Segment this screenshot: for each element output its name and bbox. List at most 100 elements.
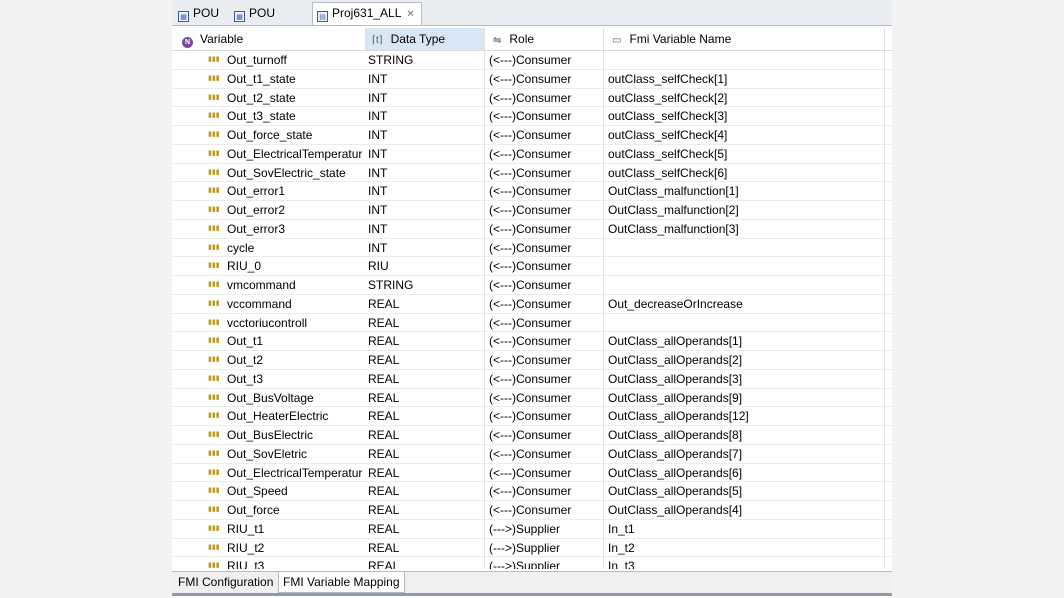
variable-icon: ▮▮▮ <box>208 206 220 213</box>
variable-icon: ▮▮▮ <box>208 187 220 195</box>
cell-fmi-variable-name[interactable]: OutClass_allOperands[8] <box>608 426 878 444</box>
cell-fmi-variable-name[interactable]: OutClass_allOperands[12] <box>608 407 878 425</box>
cell-role: (<---)Consumer <box>489 259 572 274</box>
table-row[interactable]: ▮▮▮ RIU_0 RIU (<---)Consumer <box>172 257 892 276</box>
cell-fmi-variable-name[interactable]: OutClass_allOperands[5] <box>608 482 878 500</box>
table-row[interactable]: ▮▮▮ Out_ElectricalTemperatur INT (<---)Cons… <box>172 145 892 164</box>
cell-data-type: STRING <box>368 278 414 292</box>
cell-fmi-variable-name[interactable]: outClass_selfCheck[1] <box>608 70 878 88</box>
horizontal-scrollbar[interactable] <box>172 593 892 596</box>
cell-fmi-variable-name[interactable]: OutClass_allOperands[3] <box>608 370 878 388</box>
cell-fmi-variable-name[interactable] <box>608 314 878 332</box>
header-label: Variable <box>200 32 244 46</box>
cell-role: (<---)Consumer <box>489 503 572 517</box>
cell-fmi-variable-name[interactable]: OutClass_allOperands[1] <box>608 332 878 350</box>
cell-fmi-variable-name[interactable]: OutClass_allOperands[6] <box>608 464 878 482</box>
cell-fmi-variable-name[interactable]: OutClass_allOperands[9] <box>608 389 878 407</box>
table-row[interactable]: ▮▮▮ Out_t3_state INT (<---)Consumer outClass… <box>172 107 892 126</box>
cell-fmi-variable-name[interactable]: outClass_selfCheck[6] <box>608 164 878 182</box>
table-row[interactable]: ▮▮▮ Out_t1_state INT (<---)Consumer outClass… <box>172 70 892 89</box>
table-row[interactable]: ▮▮▮ Out_turnoff STRING (<---)Consumer <box>172 51 892 70</box>
cell-fmi-variable-name[interactable]: In_t1 <box>608 520 878 538</box>
cell-fmi-variable-name[interactable] <box>608 51 878 69</box>
header-label: Role <box>509 32 535 46</box>
cell-variable: Out_error2 <box>227 203 286 217</box>
table-row[interactable]: ▮▮▮ vcctoriucontroll REAL (<---)Consumer <box>172 314 892 333</box>
cell-data-type: REAL <box>368 296 400 311</box>
variable-mapping-table: N Variable ⌈t⌉ Data Type ⇋ Role ▭ Fmi Variab… <box>172 28 892 569</box>
header-label: Data Type <box>390 32 446 46</box>
table-row[interactable]: ▮▮▮ RIU_t3 REAL (--->)Supplier In_t3 <box>172 557 892 569</box>
cell-fmi-variable-name[interactable]: OutClass_malfunction[1] <box>608 182 878 200</box>
table-row[interactable]: ▮▮▮ Out_t2 REAL (<---)Consumer OutClass_allO… <box>172 351 892 370</box>
cell-fmi-variable-name[interactable]: In_t3 <box>608 557 878 569</box>
table-row[interactable]: ▮▮▮ Out_force REAL (<---)Consumer OutClass_a… <box>172 501 892 520</box>
cell-fmi-variable-name[interactable]: OutClass_allOperands[7] <box>608 445 878 463</box>
cell-fmi-variable-name[interactable]: outClass_selfCheck[3] <box>608 107 878 125</box>
table-row[interactable]: ▮▮▮ Out_t1 REAL (<---)Consumer OutClass_allO… <box>172 332 892 351</box>
header-role[interactable]: ⇋ Role <box>485 28 603 50</box>
variable-icon: ▮▮▮ <box>208 131 220 138</box>
cell-data-type: REAL <box>368 446 400 461</box>
cell-fmi-variable-name[interactable]: outClass_selfCheck[5] <box>608 145 878 163</box>
cell-fmi-variable-name[interactable] <box>608 276 878 294</box>
tab-pou-1[interactable]: ▦ POU <box>174 3 225 24</box>
table-row[interactable]: ▮▮▮ Out_SovElectric_state INT (<---)Consume… <box>172 164 892 183</box>
cell-fmi-variable-name[interactable]: Out_decreaseOrIncrease <box>608 295 878 313</box>
tab-pou-2[interactable]: ▦ POU <box>230 3 281 24</box>
table-row[interactable]: ▮▮▮ Out_SovEletric REAL (<---)Consumer OutCl… <box>172 445 892 464</box>
cell-variable: Out_BusElectric <box>227 428 314 442</box>
data-type-icon: ⌈t⌉ <box>372 35 383 46</box>
table-row[interactable]: ▮▮▮ Out_Speed REAL (<---)Consumer OutClass_a… <box>172 482 892 501</box>
table-row[interactable]: ▮▮▮ Out_error2 INT (<---)Consumer OutClass_m… <box>172 201 892 220</box>
header-fmi-variable-name[interactable]: ▭ Fmi Variable Name <box>604 28 884 50</box>
cell-fmi-variable-name[interactable]: OutClass_malfunction[3] <box>608 220 878 238</box>
cell-data-type: RIU <box>368 259 389 274</box>
table-row[interactable]: ▮▮▮ Out_t3 REAL (<---)Consumer OutClass_allO… <box>172 370 892 389</box>
table-row[interactable]: ▮▮▮ Out_HeaterElectric REAL (<---)Consumer O… <box>172 407 892 426</box>
table-row[interactable]: ▮▮▮ Out_BusElectric REAL (<---)Consumer OutC… <box>172 426 892 445</box>
fmi-name-icon: ▭ <box>612 35 622 46</box>
cell-fmi-variable-name[interactable]: OutClass_allOperands[4] <box>608 501 878 519</box>
cell-data-type: REAL <box>368 390 400 405</box>
cell-role: (<---)Consumer <box>489 278 572 292</box>
cell-data-type: REAL <box>368 484 400 499</box>
cell-data-type: INT <box>368 109 388 124</box>
table-row[interactable]: ▮▮▮ vccommand REAL (<---)Consumer Out_decrea… <box>172 295 892 314</box>
tab-label: POU <box>249 6 276 20</box>
cell-role: (<---)Consumer <box>489 296 572 311</box>
cell-variable: vccommand <box>227 296 292 311</box>
table-row[interactable]: ▮▮▮ RIU_t2 REAL (--->)Supplier In_t2 <box>172 539 892 558</box>
table-row[interactable]: ▮▮▮ Out_error3 INT (<---)Consumer OutClass_m… <box>172 220 892 239</box>
cell-role: (<---)Consumer <box>489 128 572 142</box>
cell-fmi-variable-name[interactable]: outClass_selfCheck[4] <box>608 126 878 144</box>
table-row[interactable]: ▮▮▮ cycle INT (<---)Consumer <box>172 239 892 258</box>
n-circle-icon: N <box>182 37 193 48</box>
table-row[interactable]: ▮▮▮ Out_error1 INT (<---)Consumer OutClass_m… <box>172 182 892 201</box>
cell-variable: Out_t2_state <box>227 90 296 105</box>
cell-role: (--->)Supplier <box>489 559 561 569</box>
cell-fmi-variable-name[interactable]: outClass_selfCheck[2] <box>608 89 878 107</box>
cell-variable: Out_SovEletric <box>227 446 308 461</box>
close-tab-icon[interactable]: ✕ <box>406 9 414 20</box>
variable-icon: ▮▮▮ <box>208 374 220 382</box>
cell-fmi-variable-name[interactable] <box>608 239 878 257</box>
cell-variable: RIU_t1 <box>227 521 265 536</box>
header-data-type[interactable]: ⌈t⌉ Data Type <box>366 28 484 50</box>
table-row[interactable]: ▮▮▮ Out_ElectricalTemperatur REAL (<---)Con… <box>172 464 892 483</box>
variable-icon: ▮▮▮ <box>208 393 220 401</box>
tab-fmi-variable-mapping[interactable]: FMI Variable Mapping <box>278 572 405 593</box>
cell-role: (<---)Consumer <box>489 390 572 405</box>
cell-fmi-variable-name[interactable]: OutClass_malfunction[2] <box>608 201 878 219</box>
header-variable[interactable]: N Variable <box>182 28 364 50</box>
cell-fmi-variable-name[interactable]: OutClass_allOperands[2] <box>608 351 878 369</box>
table-row[interactable]: ▮▮▮ vmcommand STRING (<---)Consumer <box>172 276 892 295</box>
cell-fmi-variable-name[interactable] <box>608 257 878 275</box>
tab-fmi-configuration[interactable]: FMI Configuration <box>174 572 277 593</box>
table-row[interactable]: ▮▮▮ Out_t2_state INT (<---)Consumer outClass… <box>172 89 892 108</box>
tab-proj631-all[interactable]: ▤ Proj631_ALL ✕ <box>312 2 422 25</box>
table-row[interactable]: ▮▮▮ RIU_t1 REAL (--->)Supplier In_t1 <box>172 520 892 539</box>
table-row[interactable]: ▮▮▮ Out_force_state INT (<---)Consumer outCl… <box>172 126 892 145</box>
table-row[interactable]: ▮▮▮ Out_BusVoltage REAL (<---)Consumer OutCl… <box>172 389 892 408</box>
cell-fmi-variable-name[interactable]: In_t2 <box>608 539 878 557</box>
